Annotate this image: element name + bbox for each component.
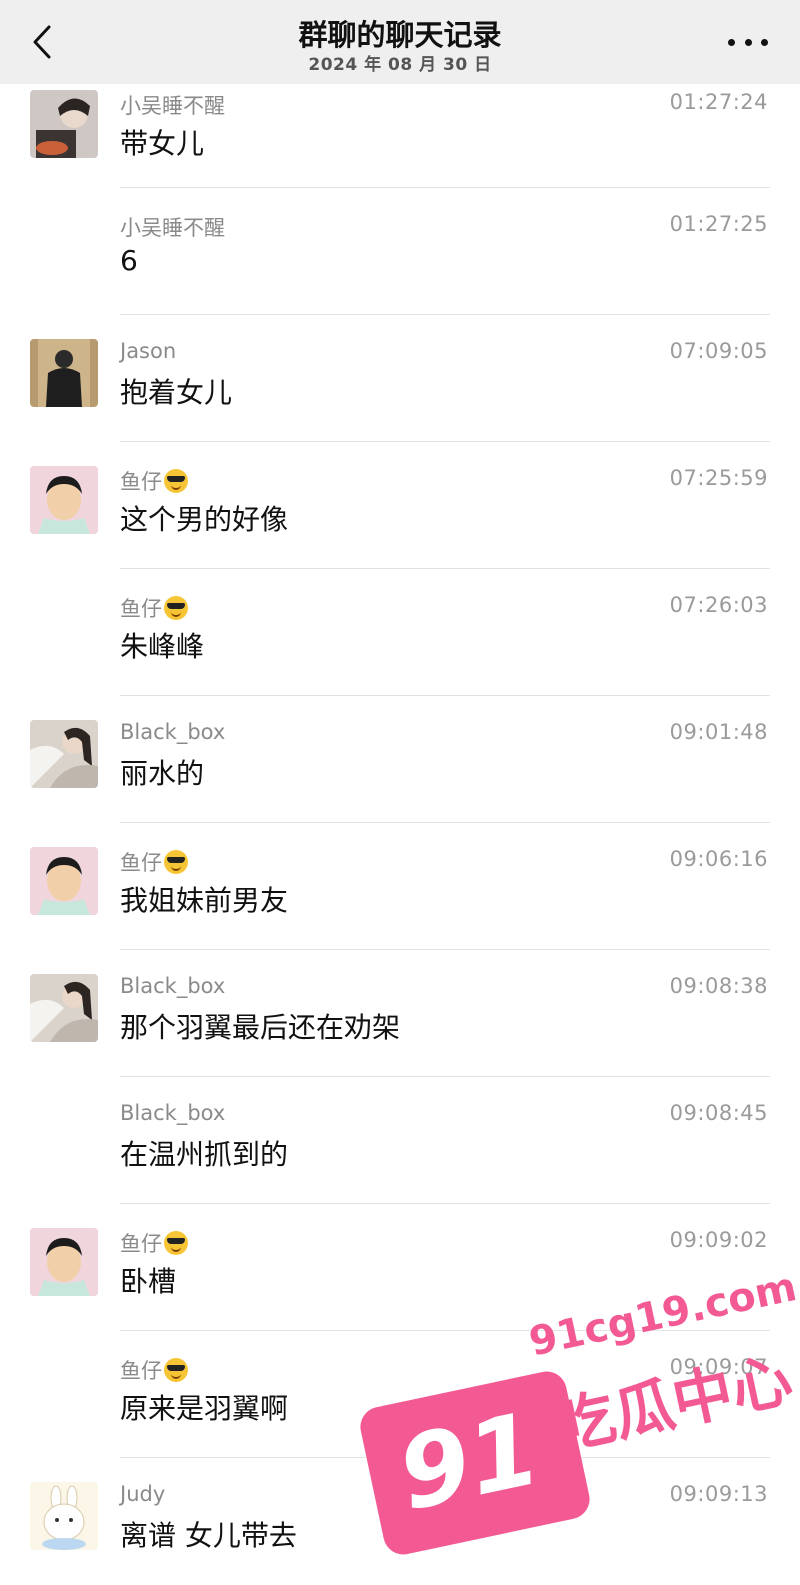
message-text: 那个羽翼最后还在劝架: [120, 1011, 401, 1044]
more-dots-icon: [761, 38, 768, 46]
message-list: 小吴睡不醒 01:27:24 带女儿 小吴睡不醒 01:27:25 6 Jason 07:09…: [0, 84, 800, 1585]
sender-name: 鱼仔: [120, 847, 188, 877]
message-row[interactable]: 小吴睡不醒 01:27:24 带女儿: [0, 84, 800, 188]
message-text: 带女儿: [120, 127, 205, 160]
avatar[interactable]: [30, 1482, 98, 1550]
message-time: 09:08:45: [669, 1101, 768, 1125]
more-dots-icon: [728, 38, 735, 46]
sender-name: Black_box: [120, 1101, 225, 1125]
sender-name-text: Judy: [120, 1482, 166, 1506]
avatar[interactable]: [30, 339, 98, 407]
avatar[interactable]: [30, 847, 98, 915]
sender-name-text: 鱼仔: [120, 851, 162, 875]
more-dots-icon: [744, 38, 752, 46]
message-time: 09:08:38: [669, 974, 768, 998]
sender-name-text: Black_box: [120, 720, 226, 744]
sunglasses-emoji-icon: [164, 1358, 188, 1382]
message-time: 09:06:16: [669, 847, 768, 871]
avatar[interactable]: [30, 974, 98, 1042]
sender-name-text: Black_box: [120, 1101, 226, 1125]
top-navigation-bar: 群聊的聊天记录 2024 年 08 月 30 日: [0, 0, 800, 84]
message-meta: Judy 09:09:13: [120, 1482, 768, 1512]
sender-name-text: 鱼仔: [120, 1232, 162, 1256]
sender-name: 小吴睡不醒: [120, 90, 225, 120]
sunglasses-emoji-icon: [164, 850, 188, 874]
sender-name: 小吴睡不醒: [120, 212, 225, 242]
message-row[interactable]: Judy 09:09:13 离谱 女儿带去: [0, 1458, 800, 1585]
sender-name: Black_box: [120, 974, 225, 998]
message-time: 09:01:48: [669, 720, 768, 744]
message-meta: 鱼仔 07:26:03: [120, 593, 768, 623]
sender-name: 鱼仔: [120, 1355, 188, 1385]
message-time: 09:09:07: [669, 1355, 768, 1379]
message-row[interactable]: 鱼仔 09:09:02 卧槽: [0, 1204, 800, 1331]
message-time: 07:26:03: [669, 593, 768, 617]
message-time: 07:09:05: [669, 339, 768, 363]
message-meta: 鱼仔 09:06:16: [120, 847, 768, 877]
sunglasses-emoji-icon: [164, 1231, 188, 1255]
message-text: 朱峰峰: [120, 630, 205, 663]
message-row[interactable]: 鱼仔 07:26:03 朱峰峰: [0, 569, 800, 696]
avatar[interactable]: [30, 720, 98, 788]
sender-name: Judy: [120, 1482, 165, 1506]
message-row[interactable]: Black_box 09:08:38 那个羽翼最后还在劝架: [0, 950, 800, 1077]
message-time: 01:27:25: [669, 212, 768, 236]
message-row[interactable]: 鱼仔 07:25:59 这个男的好像: [0, 442, 800, 569]
message-meta: Jason 07:09:05: [120, 339, 768, 369]
message-meta: 鱼仔 09:09:07: [120, 1355, 768, 1385]
message-time: 01:27:24: [669, 90, 768, 114]
message-row[interactable]: Black_box 09:01:48 丽水的: [0, 696, 800, 823]
sender-name: 鱼仔: [120, 593, 188, 623]
message-meta: 鱼仔 07:25:59: [120, 466, 768, 496]
avatar[interactable]: [30, 466, 98, 534]
sender-name-text: 鱼仔: [120, 470, 162, 494]
sender-name-text: 鱼仔: [120, 1359, 162, 1383]
sunglasses-emoji-icon: [164, 469, 188, 493]
message-meta: Black_box 09:08:38: [120, 974, 768, 1004]
message-text: 离谱 女儿带去: [120, 1519, 297, 1552]
message-row[interactable]: 鱼仔 09:06:16 我姐妹前男友: [0, 823, 800, 950]
sender-name: Jason: [120, 339, 176, 363]
message-meta: Black_box 09:01:48: [120, 720, 768, 750]
avatar[interactable]: [30, 1228, 98, 1296]
message-row[interactable]: 鱼仔 09:09:07 原来是羽翼啊: [0, 1331, 800, 1458]
message-meta: 鱼仔 09:09:02: [120, 1228, 768, 1258]
sender-name-text: Black_box: [120, 974, 226, 998]
avatar[interactable]: [30, 90, 98, 158]
sender-name-text: 小吴睡不醒: [120, 216, 225, 240]
message-text: 抱着女儿: [120, 376, 233, 409]
sender-name: 鱼仔: [120, 1228, 188, 1258]
message-row[interactable]: Jason 07:09:05 抱着女儿: [0, 315, 800, 442]
page-title: 群聊的聊天记录: [298, 18, 502, 52]
sender-name-text: 鱼仔: [120, 597, 162, 621]
message-text: 在温州抓到的: [120, 1138, 289, 1171]
message-time: 09:09:13: [669, 1482, 768, 1506]
message-meta: 小吴睡不醒 01:27:25: [120, 212, 768, 242]
message-text: 6: [120, 244, 138, 277]
message-text: 丽水的: [120, 757, 205, 790]
message-meta: 小吴睡不醒 01:27:24: [120, 90, 768, 120]
message-time: 07:25:59: [669, 466, 768, 490]
message-text: 我姐妹前男友: [120, 884, 289, 917]
message-row[interactable]: 小吴睡不醒 01:27:25 6: [0, 188, 800, 315]
sender-name: 鱼仔: [120, 466, 188, 496]
sender-name-text: Jason: [120, 339, 177, 363]
message-text: 这个男的好像: [120, 503, 289, 536]
message-time: 09:09:02: [669, 1228, 768, 1252]
message-row[interactable]: Black_box 09:08:45 在温州抓到的: [0, 1077, 800, 1204]
sender-name: Black_box: [120, 720, 225, 744]
sunglasses-emoji-icon: [164, 596, 188, 620]
message-text: 卧槽: [120, 1265, 177, 1298]
message-meta: Black_box 09:08:45: [120, 1101, 768, 1131]
message-text: 原来是羽翼啊: [120, 1392, 289, 1425]
more-button[interactable]: [728, 30, 768, 54]
sender-name-text: 小吴睡不醒: [120, 94, 225, 118]
page-date: 2024 年 08 月 30 日: [308, 55, 492, 75]
